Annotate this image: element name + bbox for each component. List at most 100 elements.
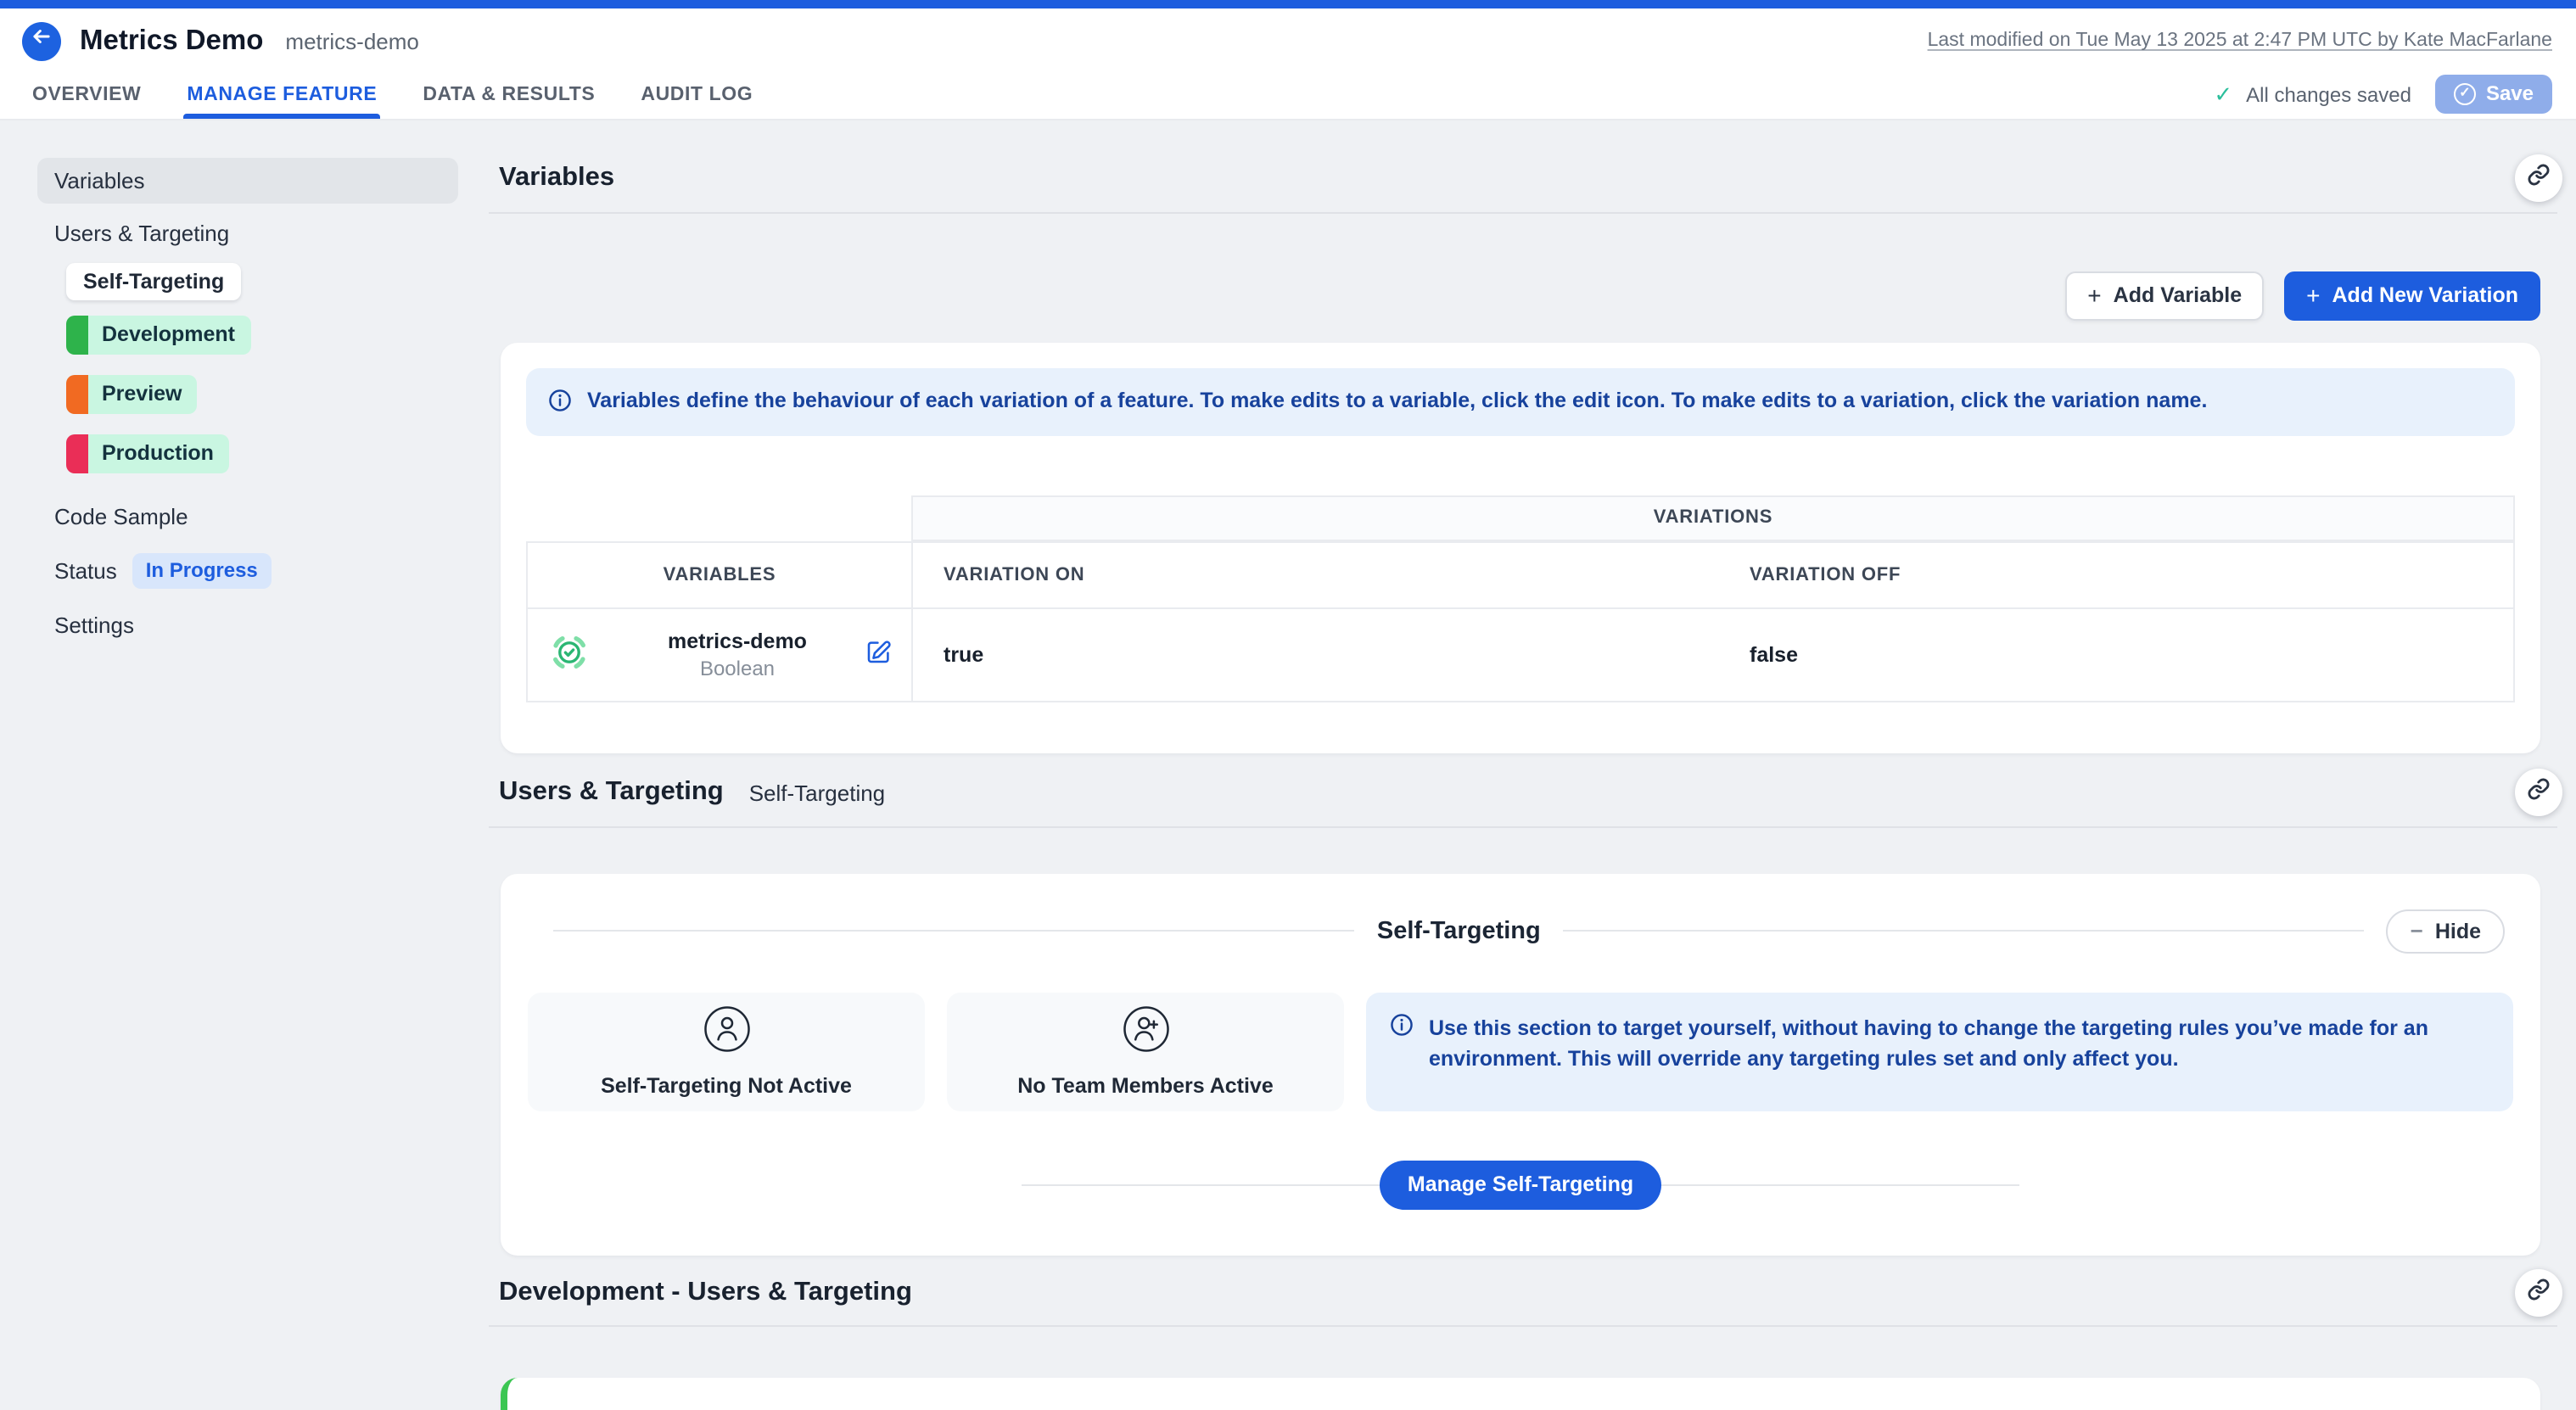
variables-info-banner: Variables define the behaviour of each v… bbox=[526, 368, 2515, 435]
manage-self-targeting-row: Manage Self-Targeting bbox=[526, 1161, 2515, 1207]
users-targeting-title: Users & Targeting bbox=[499, 777, 724, 808]
variable-type-icon-cell bbox=[526, 608, 609, 702]
page-title: Metrics Demo bbox=[80, 25, 263, 57]
team-members-status-box: No Team Members Active bbox=[947, 992, 1344, 1111]
self-targeting-card: Self-Targeting − Hide Self-Targeting Not… bbox=[501, 873, 2540, 1255]
sidebar-item-env-development[interactable]: Development bbox=[66, 316, 458, 360]
edit-variable-cell bbox=[865, 608, 911, 702]
env-label: Development bbox=[88, 316, 250, 355]
variables-info-text: Variables define the behaviour of each v… bbox=[587, 387, 2207, 417]
save-button[interactable]: ✓ Save bbox=[2435, 75, 2552, 114]
sidebar-item-settings[interactable]: Settings bbox=[37, 602, 458, 648]
tab-audit-log[interactable]: AUDIT LOG bbox=[641, 70, 753, 119]
info-icon bbox=[548, 388, 572, 411]
top-accent-bar bbox=[0, 0, 2576, 8]
save-zone: ✓ All changes saved ✓ Save bbox=[2214, 70, 2552, 119]
variables-table: VARIATIONS VARIABLES VARIATION ON VARIAT… bbox=[526, 495, 2515, 702]
sidebar-item-users-targeting[interactable]: Users & Targeting bbox=[37, 210, 458, 256]
hide-button-label: Hide bbox=[2435, 919, 2481, 943]
section-nav-sidebar: Variables Users & Targeting Self-Targeti… bbox=[0, 120, 462, 655]
back-button[interactable] bbox=[22, 21, 61, 60]
variations-group-header-row: VARIATIONS bbox=[526, 495, 2515, 540]
self-targeting-status-row: Self-Targeting Not Active No Team Member… bbox=[526, 992, 2515, 1111]
tab-bar: OVERVIEW MANAGE FEATURE DATA & RESULTS A… bbox=[0, 70, 2576, 120]
add-new-variation-button[interactable]: + Add New Variation bbox=[2284, 271, 2540, 321]
self-targeting-pill[interactable]: Self-Targeting bbox=[66, 263, 241, 300]
variable-type: Boolean bbox=[700, 656, 775, 680]
feature-key: metrics-demo bbox=[285, 28, 419, 53]
variables-actions: + Add Variable + Add New Variation bbox=[489, 271, 2540, 321]
self-targeting-card-title: Self-Targeting bbox=[1377, 917, 1541, 944]
table-row: metrics-demo Boolean true false bbox=[526, 608, 2515, 702]
status-label: Status bbox=[54, 558, 117, 584]
variables-section-link-button[interactable] bbox=[2515, 154, 2562, 202]
link-icon bbox=[2527, 162, 2551, 194]
save-status-text: All changes saved bbox=[2246, 82, 2411, 106]
divider-line bbox=[553, 930, 1355, 932]
self-targeting-status-text: Self-Targeting Not Active bbox=[601, 1074, 852, 1098]
env-color-swatch bbox=[66, 375, 88, 414]
env-color-swatch bbox=[66, 434, 88, 473]
tab-data-results[interactable]: DATA & RESULTS bbox=[423, 70, 595, 119]
arrow-left-icon bbox=[31, 25, 53, 56]
users-targeting-section-header: Users & Targeting Self-Targeting bbox=[489, 759, 2557, 827]
variables-card: Variables define the behaviour of each v… bbox=[501, 343, 2540, 753]
divider-line bbox=[1563, 930, 2365, 932]
variation-off-value: false bbox=[1750, 608, 2515, 702]
user-icon bbox=[702, 1004, 751, 1062]
environment-pill[interactable]: Preview bbox=[66, 375, 198, 414]
tab-overview[interactable]: OVERVIEW bbox=[32, 70, 141, 119]
page-header: Metrics Demo metrics-demo Last modified … bbox=[0, 8, 2576, 70]
saved-check-icon: ✓ bbox=[2214, 81, 2232, 108]
team-members-status-text: No Team Members Active bbox=[1017, 1074, 1274, 1098]
users-targeting-link-button[interactable] bbox=[2515, 769, 2562, 816]
development-section-header: Development - Users & Targeting bbox=[489, 1262, 2557, 1326]
sidebar-item-code-sample[interactable]: Code Sample bbox=[37, 494, 458, 540]
variables-section-header: Variables bbox=[489, 144, 2557, 214]
environment-pill[interactable]: Development bbox=[66, 316, 250, 355]
env-color-swatch bbox=[66, 316, 88, 355]
self-targeting-status-box: Self-Targeting Not Active bbox=[528, 992, 925, 1111]
variable-name: metrics-demo bbox=[668, 629, 807, 652]
plus-icon: + bbox=[2087, 283, 2101, 307]
tab-manage-feature[interactable]: MANAGE FEATURE bbox=[187, 70, 377, 119]
sidebar-item-env-preview[interactable]: Preview bbox=[66, 375, 458, 419]
hide-button[interactable]: − Hide bbox=[2387, 909, 2505, 953]
self-targeting-info-banner: Use this section to target yourself, wit… bbox=[1366, 992, 2513, 1111]
env-label: Preview bbox=[88, 375, 198, 414]
env-label: Production bbox=[88, 434, 229, 473]
status-badge[interactable]: In Progress bbox=[132, 553, 272, 589]
variation-on-value: true bbox=[911, 608, 1750, 702]
add-variable-label: Add Variable bbox=[2114, 283, 2242, 307]
user-plus-icon bbox=[1121, 1004, 1170, 1062]
feature-management-app: Metrics Demo metrics-demo Last modified … bbox=[0, 0, 2576, 1410]
last-modified-text[interactable]: Last modified on Tue May 13 2025 at 2:47… bbox=[1928, 31, 2552, 51]
info-icon bbox=[1390, 1013, 1414, 1037]
sidebar-item-self-targeting[interactable]: Self-Targeting bbox=[66, 263, 458, 300]
variable-name-cell: metrics-demo Boolean bbox=[609, 608, 865, 702]
table-column-header-row: VARIABLES VARIATION ON VARIATION OFF bbox=[526, 540, 2515, 608]
sidebar-item-status: Status In Progress bbox=[37, 546, 458, 596]
plus-icon: + bbox=[2306, 283, 2320, 307]
sidebar-item-variables[interactable]: Variables bbox=[37, 158, 458, 204]
circle-check-icon: ✓ bbox=[2454, 82, 2476, 104]
content-area: Variables Users & Targeting Self-Targeti… bbox=[0, 120, 2576, 1408]
col-header-variation-off: VARIATION OFF bbox=[1750, 540, 2515, 608]
variations-group-header: VARIATIONS bbox=[911, 495, 2515, 540]
col-header-variables: VARIABLES bbox=[526, 540, 911, 608]
add-variable-button[interactable]: + Add Variable bbox=[2065, 271, 2264, 321]
sidebar-item-env-production[interactable]: Production bbox=[66, 434, 458, 478]
add-new-variation-label: Add New Variation bbox=[2332, 283, 2519, 307]
development-targeting-card: ✓ Targeting ON Use targeting rules to co… bbox=[501, 1377, 2540, 1410]
development-section-link-button[interactable] bbox=[2515, 1269, 2562, 1317]
edit-icon[interactable] bbox=[865, 638, 893, 670]
col-header-variation-on: VARIATION ON bbox=[911, 540, 1750, 608]
manage-self-targeting-button[interactable]: Manage Self-Targeting bbox=[1380, 1160, 1660, 1209]
main-panel: Variables + Add Variable + Add New Varia… bbox=[489, 120, 2576, 1410]
environment-pill[interactable]: Production bbox=[66, 434, 229, 473]
save-button-label: Save bbox=[2486, 81, 2534, 105]
self-targeting-info-text: Use this section to target yourself, wit… bbox=[1429, 1012, 2489, 1076]
link-icon bbox=[2527, 1277, 2551, 1309]
link-icon bbox=[2527, 776, 2551, 809]
development-section-title: Development - Users & Targeting bbox=[499, 1278, 912, 1308]
